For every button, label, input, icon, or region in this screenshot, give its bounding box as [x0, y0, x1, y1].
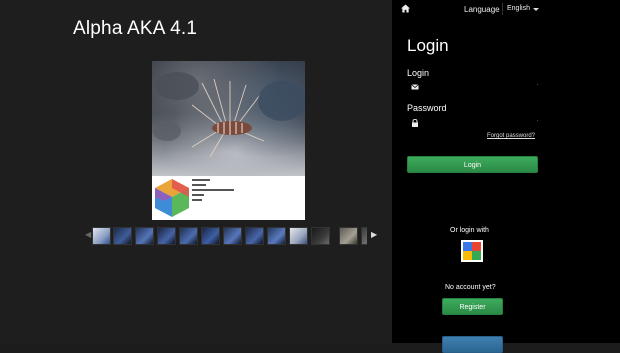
app-title: Alpha AKA 4.1	[73, 18, 198, 39]
thumbnail-strip	[92, 227, 367, 245]
main-area: Alpha AKA 4.1 ◀ ▶	[0, 0, 392, 343]
chevron-left-icon[interactable]: ◀	[85, 230, 91, 239]
caret-down-icon[interactable]	[533, 8, 539, 11]
thumbnail[interactable]	[113, 227, 132, 245]
cube-logo-icon	[155, 179, 189, 217]
login-label: Login	[407, 68, 430, 78]
divider	[502, 3, 503, 15]
thumbnail[interactable]	[267, 227, 286, 245]
no-account-label: No account yet?	[445, 284, 496, 291]
field-edge	[537, 120, 538, 121]
thumbnail[interactable]	[135, 227, 154, 245]
thumbnail[interactable]	[179, 227, 198, 245]
thumbnail[interactable]	[245, 227, 264, 245]
register-button[interactable]: Register	[442, 298, 503, 315]
forgot-password-link[interactable]: Forgot password?	[487, 133, 535, 139]
thumbnail[interactable]	[289, 227, 308, 245]
thumbnail[interactable]	[157, 227, 176, 245]
thumbnail[interactable]	[361, 227, 367, 245]
login-button[interactable]: Login	[407, 156, 538, 173]
envelope-icon	[411, 84, 419, 90]
thumbnail[interactable]	[311, 227, 330, 245]
google-icon[interactable]	[461, 240, 483, 262]
thumbnail[interactable]	[223, 227, 242, 245]
login-field[interactable]	[407, 80, 538, 94]
lionfish-photo	[152, 61, 305, 176]
language-select[interactable]: English	[507, 5, 530, 12]
or-login-with-label: Or login with	[450, 227, 489, 234]
password-label: Password	[407, 103, 447, 113]
language-label: Language	[464, 5, 500, 14]
featured-image[interactable]	[152, 61, 305, 220]
thumbnail[interactable]	[92, 227, 111, 245]
secondary-button[interactable]	[442, 336, 503, 353]
password-field[interactable]	[407, 116, 538, 130]
login-heading: Login	[407, 36, 449, 55]
home-icon[interactable]	[401, 4, 410, 13]
field-edge	[537, 84, 538, 85]
lock-icon	[412, 119, 418, 127]
chevron-right-icon[interactable]: ▶	[371, 230, 377, 239]
login-input[interactable]	[423, 80, 538, 94]
thumbnail[interactable]	[339, 227, 358, 245]
password-input[interactable]	[423, 116, 538, 130]
thumbnail[interactable]	[201, 227, 220, 245]
image-caption-lines	[192, 179, 292, 204]
